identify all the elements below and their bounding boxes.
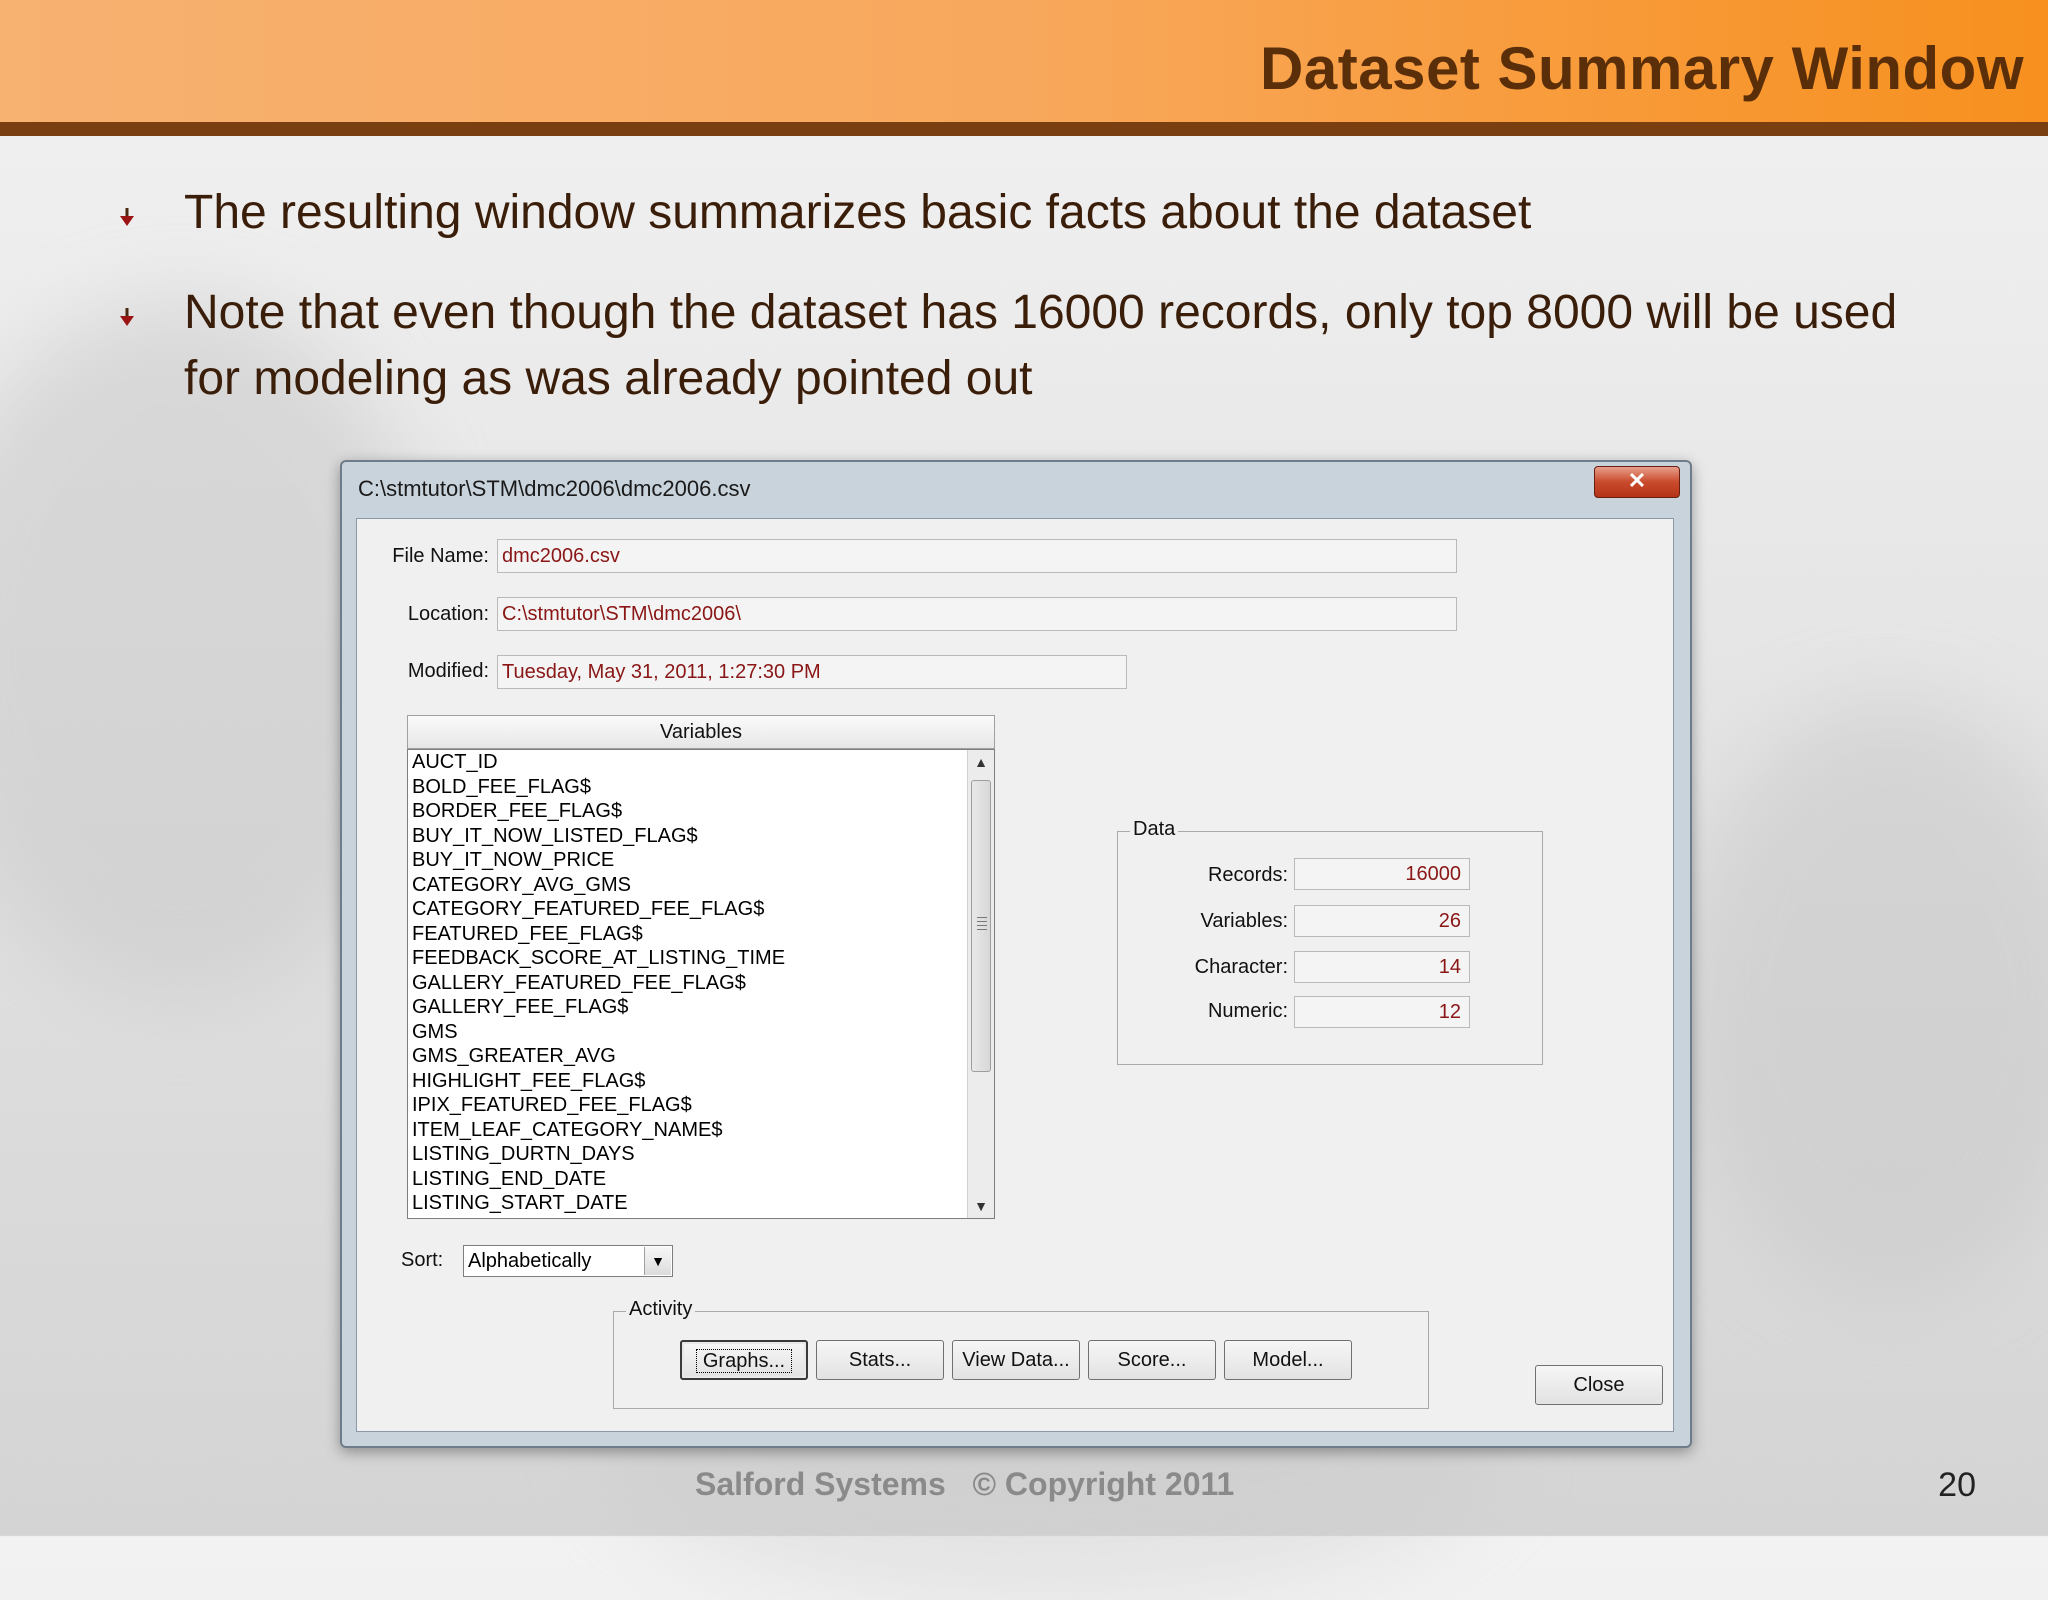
list-item[interactable]: GALLERY_FEE_FLAG$	[412, 995, 785, 1020]
window-title: C:\stmtutor\STM\dmc2006\dmc2006.csv	[358, 476, 751, 501]
data-groupbox: Data Records: 16000 Variables: 26 Charac…	[1117, 818, 1543, 1065]
file-name-label: File Name:	[392, 545, 489, 567]
scroll-up-arrow-icon[interactable]: ▲	[968, 750, 994, 774]
window-client-area: File Name: dmc2006.csv Location: C:\stmt…	[356, 518, 1674, 1432]
list-item[interactable]: GMS	[412, 1020, 785, 1045]
records-field[interactable]: 16000	[1294, 858, 1470, 890]
graphs-button[interactable]: Graphs...	[680, 1340, 808, 1380]
variables-listbox[interactable]: AUCT_ID BOLD_FEE_FLAG$ BORDER_FEE_FLAG$ …	[407, 749, 995, 1219]
model-button[interactable]: Model...	[1224, 1340, 1352, 1380]
scroll-down-arrow-icon[interactable]: ▼	[968, 1194, 994, 1218]
window-close-button[interactable]: ✕	[1594, 466, 1680, 498]
window-titlebar[interactable]: C:\stmtutor\STM\dmc2006\dmc2006.csv ✕	[342, 462, 1690, 518]
list-item[interactable]: HIGHLIGHT_FEE_FLAG$	[412, 1069, 785, 1094]
bullet-item: The resulting window summarizes basic fa…	[112, 180, 1932, 246]
grip-icon	[977, 917, 987, 931]
scrollbar-thumb[interactable]	[971, 780, 991, 1072]
slide-title: Dataset Summary Window	[1260, 35, 2024, 102]
modified-label: Modified:	[407, 660, 489, 682]
list-item[interactable]: IPIX_FEATURED_FEE_FLAG$	[412, 1093, 785, 1118]
variables-scrollbar[interactable]: ▲ ▼	[967, 750, 994, 1218]
sort-label: Sort:	[401, 1249, 444, 1271]
bullet-arrow-icon	[120, 308, 134, 326]
list-item[interactable]: GALLERY_FEATURED_FEE_FLAG$	[412, 971, 785, 996]
list-item[interactable]: CATEGORY_FEATURED_FEE_FLAG$	[412, 897, 785, 922]
list-item[interactable]: BOLD_FEE_FLAG$	[412, 775, 785, 800]
list-item[interactable]: LISTING_START_DATE	[412, 1191, 785, 1216]
bullet-text: The resulting window summarizes basic fa…	[184, 186, 1532, 239]
sort-dropdown[interactable]: Alphabetically ▼	[463, 1245, 673, 1277]
variables-column-header[interactable]: Variables	[407, 715, 995, 749]
close-icon: ✕	[1627, 468, 1647, 493]
list-item[interactable]: GMS_GREATER_AVG	[412, 1044, 785, 1069]
file-name-field[interactable]: dmc2006.csv	[497, 539, 1457, 573]
numeric-field[interactable]: 12	[1294, 996, 1470, 1028]
records-label: Records:	[1207, 864, 1288, 886]
dataset-summary-window: C:\stmtutor\STM\dmc2006\dmc2006.csv ✕ Fi…	[340, 460, 1692, 1448]
list-item[interactable]: BUY_IT_NOW_PRICE	[412, 848, 785, 873]
data-group-title: Data	[1130, 818, 1179, 841]
location-label: Location:	[407, 603, 489, 625]
variables-count-field[interactable]: 26	[1294, 905, 1470, 937]
close-button[interactable]: Close	[1535, 1365, 1663, 1405]
list-item[interactable]: ITEM_LEAF_CATEGORY_NAME$	[412, 1118, 785, 1143]
list-item[interactable]: CATEGORY_AVG_GMS	[412, 873, 785, 898]
page-number: 20	[1938, 1466, 1976, 1504]
list-item[interactable]: BORDER_FEE_FLAG$	[412, 799, 785, 824]
score-button[interactable]: Score...	[1088, 1340, 1216, 1380]
character-field[interactable]: 14	[1294, 951, 1470, 983]
sort-selected-value: Alphabetically	[468, 1250, 592, 1272]
activity-groupbox: Activity Graphs... Stats... View Data...…	[613, 1298, 1429, 1409]
modified-field[interactable]: Tuesday, May 31, 2011, 1:27:30 PM	[497, 655, 1127, 689]
background-foliage	[1680, 700, 2048, 1300]
bullet-text: Note that even though the dataset has 16…	[184, 286, 1898, 405]
footer-copyright: Salford Systems © Copyright 2011	[695, 1466, 1235, 1502]
variables-items: AUCT_ID BOLD_FEE_FLAG$ BORDER_FEE_FLAG$ …	[412, 750, 785, 1216]
variables-count-label: Variables:	[1200, 910, 1288, 932]
graphs-button-label: Graphs...	[695, 1349, 793, 1373]
list-item[interactable]: AUCT_ID	[412, 750, 785, 775]
list-item[interactable]: BUY_IT_NOW_LISTED_FLAG$	[412, 824, 785, 849]
list-item[interactable]: FEATURED_FEE_FLAG$	[412, 922, 785, 947]
list-item[interactable]: LISTING_END_DATE	[412, 1167, 785, 1192]
list-item[interactable]: LISTING_DURTN_DAYS	[412, 1142, 785, 1167]
slide-header: Dataset Summary Window	[0, 0, 2048, 136]
location-field[interactable]: C:\stmtutor\STM\dmc2006\	[497, 597, 1457, 631]
numeric-label: Numeric:	[1207, 1000, 1288, 1022]
bullet-list: The resulting window summarizes basic fa…	[112, 180, 1932, 446]
character-label: Character:	[1194, 956, 1288, 978]
stats-button[interactable]: Stats...	[816, 1340, 944, 1380]
chevron-down-icon[interactable]: ▼	[644, 1247, 671, 1275]
view-data-button[interactable]: View Data...	[952, 1340, 1080, 1380]
bullet-arrow-icon	[120, 208, 134, 226]
bullet-item: Note that even though the dataset has 16…	[112, 280, 1932, 412]
activity-group-title: Activity	[626, 1298, 696, 1321]
list-item[interactable]: FEEDBACK_SCORE_AT_LISTING_TIME	[412, 946, 785, 971]
